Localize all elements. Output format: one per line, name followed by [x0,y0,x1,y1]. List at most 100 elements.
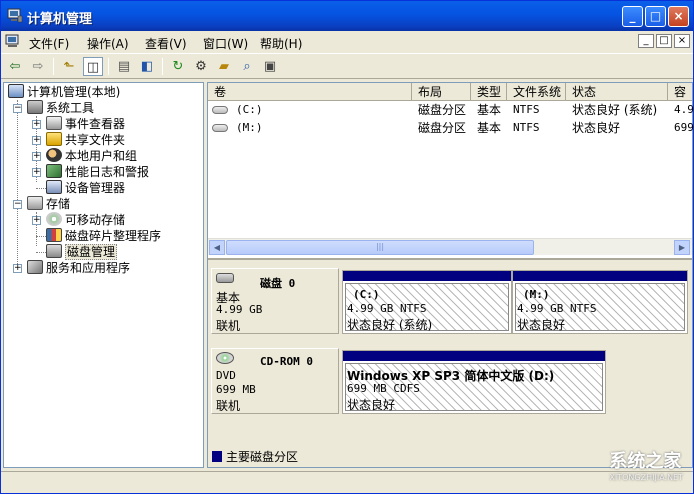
hard-disk-icon [216,273,234,283]
column-type[interactable]: 类型 [471,83,507,101]
drive-icon [212,124,228,132]
help-icon[interactable]: ◧ [137,57,157,76]
tree-line [17,100,18,270]
device-manager-icon [46,180,62,194]
toolbar-separator [162,58,163,75]
services-icon [27,260,43,274]
column-capacity[interactable]: 容 [668,83,692,101]
export-icon[interactable]: ▣ [260,57,280,76]
menu-bar: 文件(F) 操作(A) 查看(V) 窗口(W) 帮助(H) _ □ × [1,31,693,53]
console-tree: 计算机管理(本地) − 系统工具 + 事件查看器 + 共享文件夹 + 本地用户和… [3,82,204,468]
tree-event-viewer[interactable]: 事件查看器 [46,116,125,132]
tools-icon [27,100,43,114]
console-icon [5,34,19,47]
drive-icon [212,106,228,114]
settings-icon[interactable]: ⚙ [191,57,211,76]
column-status[interactable]: 状态 [566,83,668,101]
expander-expand[interactable]: + [32,136,41,145]
computer-icon [8,84,24,98]
volume-d-cdrom[interactable]: Windows XP SP3 简体中文版 (D:) 699 MB CDFS 状态… [342,350,606,414]
toolbar-separator [53,58,54,75]
maximize-button[interactable]: □ [645,6,666,27]
watermark: 系统之家 XITONGZHIJIA.NET [609,451,683,482]
disk-management-icon [46,244,62,258]
cd-drive-icon [216,352,234,364]
tree-defrag[interactable]: 磁盘碎片整理程序 [46,228,161,244]
scroll-left-button[interactable]: ◀ [209,240,225,255]
menu-action[interactable]: 操作(A) [87,35,129,52]
menu-window[interactable]: 窗口(W) [203,35,248,52]
open-icon[interactable]: ▰ [214,57,234,76]
users-icon [46,148,62,162]
menu-help[interactable]: 帮助(H) [260,35,302,52]
removable-storage-icon [46,212,62,226]
back-arrow-icon[interactable]: ⇦ [5,57,25,76]
toolbar-separator [108,58,109,75]
tree-removable-storage[interactable]: 可移动存储 [46,212,125,228]
storage-icon [27,196,43,210]
status-bar [1,471,693,493]
column-filesystem[interactable]: 文件系统 [507,83,566,101]
computer-management-window: 计算机管理 _ □ × 文件(F) 操作(A) 查看(V) 窗口(W) 帮助(H… [0,0,694,494]
expander-collapse[interactable]: − [13,200,22,209]
column-volume[interactable]: 卷 [208,83,412,101]
disk-graph-view: 磁盘 0 基本 4.99 GB 联机 (C:) 4.99 GB NTFS 状态良… [208,258,692,467]
primary-partition-swatch [212,451,222,462]
tree-system-tools[interactable]: 系统工具 [27,100,94,116]
expander-expand[interactable]: + [32,152,41,161]
tree-perf-logs[interactable]: 性能日志和警报 [46,164,149,180]
expander-expand[interactable]: + [32,168,41,177]
scroll-thumb[interactable]: ||| [226,240,534,255]
legend-primary-partition: 主要磁盘分区 [226,450,299,464]
tree-device-manager[interactable]: 设备管理器 [46,180,125,196]
horizontal-scrollbar[interactable]: ◀ ||| ▶ [208,238,692,255]
computer-management-icon [7,8,23,23]
menu-file[interactable]: 文件(F) [29,35,69,52]
up-folder-icon[interactable]: ⬑ [59,57,79,76]
expander-collapse[interactable]: − [13,104,22,113]
details-pane: 卷 布局 类型 文件系统 状态 容 (C:) 磁盘分区 基本 NTFS 状态良好… [207,82,694,468]
column-layout[interactable]: 布局 [412,83,471,101]
primary-partition-bar [513,271,687,281]
volume-row[interactable]: (M:) 磁盘分区 基本 NTFS 状态良好 699 [208,120,694,136]
tree-line [36,188,46,189]
volume-list-header: 卷 布局 类型 文件系统 状态 容 [208,83,692,101]
close-button[interactable]: × [668,6,689,27]
primary-partition-bar [343,271,511,281]
menu-view[interactable]: 查看(V) [145,35,187,52]
child-minimize-button[interactable]: _ [638,34,654,48]
legend: 主要磁盘分区 [212,448,298,465]
forward-arrow-icon[interactable]: ⇨ [28,57,48,76]
defrag-icon [46,228,62,242]
tree-disk-management[interactable]: 磁盘管理 [46,244,118,260]
shared-folder-icon [46,132,62,146]
title-bar[interactable]: 计算机管理 _ □ × [1,1,693,31]
disk-0-label[interactable]: 磁盘 0 基本 4.99 GB 联机 [211,268,339,334]
expander-expand[interactable]: + [32,216,41,225]
toolbar: ⇦ ⇨ ⬑ ◫ ▤ ◧ ↻ ⚙ ▰ ⌕ ▣ [1,53,693,79]
expander-expand[interactable]: + [13,264,22,273]
tree-line [36,236,46,237]
tree-root[interactable]: 计算机管理(本地) [8,84,120,100]
scroll-right-button[interactable]: ▶ [674,240,690,255]
tree-services-apps[interactable]: 服务和应用程序 [27,260,130,276]
event-viewer-icon [46,116,62,130]
child-close-button[interactable]: × [674,34,690,48]
child-restore-button[interactable]: □ [656,34,672,48]
primary-partition-bar [343,351,605,361]
volume-c-partition[interactable]: (C:) 4.99 GB NTFS 状态良好 (系统) [342,270,512,334]
volume-m-partition[interactable]: (M:) 4.99 GB NTFS 状态良好 [512,270,688,334]
tree-shared-folders[interactable]: 共享文件夹 [46,132,125,148]
expander-expand[interactable]: + [32,120,41,129]
refresh-icon[interactable]: ↻ [168,57,188,76]
minimize-button[interactable]: _ [622,6,643,27]
search-icon[interactable]: ⌕ [237,57,257,76]
properties-icon[interactable]: ▤ [114,57,134,76]
performance-icon [46,164,62,178]
volume-row[interactable]: (C:) 磁盘分区 基本 NTFS 状态良好 (系统) 4.9 [208,102,694,118]
tree-storage[interactable]: 存储 [27,196,70,212]
cdrom-0-label[interactable]: CD-ROM 0 DVD 699 MB 联机 [211,348,339,414]
tree-local-users[interactable]: 本地用户和组 [46,148,137,164]
tree-line [36,252,46,253]
show-hide-tree-icon[interactable]: ◫ [83,57,103,76]
